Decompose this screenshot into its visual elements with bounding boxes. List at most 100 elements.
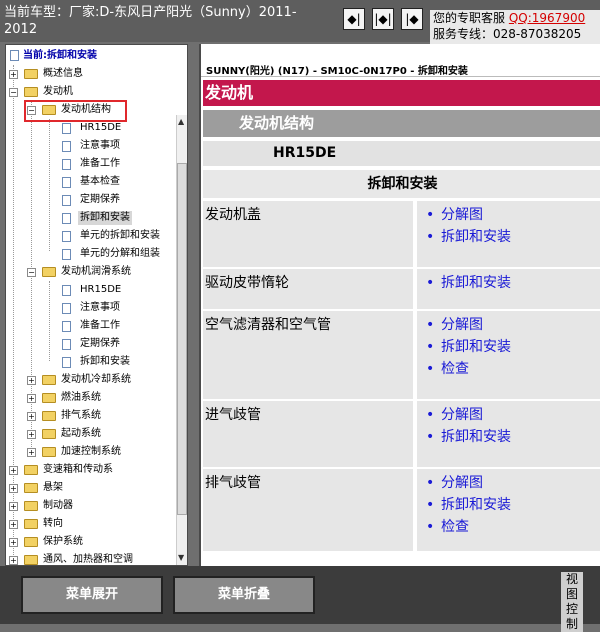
removal-installation-link[interactable]: 拆卸和安装 bbox=[426, 426, 600, 448]
expand-icon[interactable]: + bbox=[9, 520, 18, 529]
exploded-view-link[interactable]: 分解图 bbox=[426, 404, 600, 426]
collapse-icon[interactable]: − bbox=[9, 88, 18, 97]
document-header: SUNNY(阳光) (N17) - SM10C-0N17P0 - 拆卸和安装 bbox=[206, 66, 468, 77]
exploded-view-link[interactable]: 分解图 bbox=[426, 204, 600, 226]
expand-menu-button[interactable]: 菜单展开 bbox=[21, 576, 163, 614]
service-phone: 服务专线：028-87038205 bbox=[433, 27, 582, 41]
removal-installation-link[interactable]: 拆卸和安装 bbox=[426, 226, 600, 248]
table-row: 排气歧管 分解图 拆卸和安装 检查 bbox=[203, 469, 600, 551]
folder-icon bbox=[42, 429, 56, 439]
topic-title: 拆卸和安装 bbox=[203, 170, 600, 198]
divider bbox=[201, 76, 600, 77]
folder-icon bbox=[42, 411, 56, 421]
folder-icon bbox=[42, 375, 56, 385]
scroll-down-icon[interactable]: ▼ bbox=[178, 553, 184, 562]
nav-last-button[interactable]: |◆ bbox=[401, 8, 423, 30]
tree-item-cooling[interactable]: 发动机冷却系统 bbox=[61, 374, 131, 386]
expand-icon[interactable]: + bbox=[27, 412, 36, 421]
inspection-link[interactable]: 检查 bbox=[426, 516, 600, 538]
tree-item-lubrication[interactable]: 发动机润滑系统 bbox=[61, 266, 131, 278]
expand-icon[interactable]: + bbox=[9, 556, 18, 565]
doc-icon bbox=[62, 213, 71, 224]
link-list: 分解图 拆卸和安装 检查 bbox=[417, 311, 600, 399]
service-info: 您的专职客服 QQ:1967900 服务专线：028-87038205 bbox=[430, 10, 600, 44]
doc-icon bbox=[62, 303, 71, 314]
tree-item-engine[interactable]: 发动机 bbox=[43, 86, 73, 98]
tree-item-preparation[interactable]: 准备工作 bbox=[80, 320, 120, 332]
link-list: 分解图 拆卸和安装 bbox=[417, 201, 600, 267]
removal-installation-link[interactable]: 拆卸和安装 bbox=[426, 494, 600, 516]
menu-tree-panel: 当前:拆卸和安装 + 概述信息 − 发动机 − 发动机结构 HR15DE 注意事… bbox=[5, 44, 188, 566]
tree-item-hvac[interactable]: 通风、加热器和空调 bbox=[43, 554, 133, 565]
tree-item-steering[interactable]: 转向 bbox=[43, 518, 63, 530]
folder-icon bbox=[24, 537, 38, 547]
highlight-box bbox=[24, 100, 127, 122]
tree-connector bbox=[49, 281, 50, 361]
doc-icon bbox=[62, 159, 71, 170]
expand-icon[interactable]: + bbox=[9, 502, 18, 511]
tree-item-precautions[interactable]: 注意事项 bbox=[80, 302, 120, 314]
tree-scroll-thumb[interactable] bbox=[177, 163, 187, 515]
table-row: 驱动皮带惰轮 拆卸和安装 bbox=[203, 269, 600, 309]
expand-icon[interactable]: + bbox=[27, 394, 36, 403]
tree-item-unit-disassembly[interactable]: 单元的分解和组装 bbox=[80, 248, 160, 260]
component-name: 排气歧管 bbox=[203, 469, 413, 551]
tree-item-unit-removal[interactable]: 单元的拆卸和安装 bbox=[80, 230, 160, 242]
scroll-up-icon[interactable]: ▲ bbox=[178, 117, 184, 126]
folder-icon bbox=[24, 519, 38, 529]
tree-item-starting[interactable]: 起动系统 bbox=[61, 428, 101, 440]
tree-item-fuel[interactable]: 燃油系统 bbox=[61, 392, 101, 404]
tree-item-exhaust[interactable]: 排气系统 bbox=[61, 410, 101, 422]
doc-icon bbox=[62, 249, 71, 260]
tree-item-transmission[interactable]: 变速箱和传动系 bbox=[43, 464, 113, 476]
expand-icon[interactable]: + bbox=[9, 70, 18, 79]
service-label: 您的专职客服 bbox=[433, 11, 506, 25]
tree-item-overview[interactable]: 概述信息 bbox=[43, 68, 83, 80]
collapse-menu-button[interactable]: 菜单折叠 bbox=[173, 576, 315, 614]
exploded-view-link[interactable]: 分解图 bbox=[426, 314, 600, 336]
expand-icon[interactable]: + bbox=[27, 448, 36, 457]
view-control-char: 控 bbox=[565, 602, 578, 616]
tree-item-maintenance[interactable]: 定期保养 bbox=[80, 194, 120, 206]
subsection-title: 发动机结构 bbox=[203, 110, 600, 137]
car-model-info: 当前车型：厂家:D-东风日产阳光（Sunny）2011- 2012 bbox=[4, 4, 304, 38]
expand-icon[interactable]: + bbox=[27, 430, 36, 439]
exploded-view-link[interactable]: 分解图 bbox=[426, 472, 600, 494]
tree-item-brakes[interactable]: 制动器 bbox=[43, 500, 73, 512]
tree-item-hr15de[interactable]: HR15DE bbox=[80, 284, 121, 296]
tree-item-protection[interactable]: 保护系统 bbox=[43, 536, 83, 548]
tree-item-suspension[interactable]: 悬架 bbox=[43, 482, 63, 494]
tree-item-accel-control[interactable]: 加速控制系统 bbox=[61, 446, 121, 458]
folder-icon bbox=[24, 501, 38, 511]
folder-open-icon bbox=[42, 267, 56, 277]
link-list: 分解图 拆卸和安装 检查 bbox=[417, 469, 600, 551]
link-list: 拆卸和安装 bbox=[417, 269, 600, 309]
folder-icon bbox=[42, 393, 56, 403]
folder-icon bbox=[24, 483, 38, 493]
doc-icon bbox=[62, 357, 71, 368]
tree-item-basic-check[interactable]: 基本检查 bbox=[80, 176, 120, 188]
nav-first-button[interactable]: ◆| bbox=[343, 8, 365, 30]
expand-icon[interactable]: + bbox=[9, 466, 18, 475]
tree-item-removal-installation[interactable]: 拆卸和安装 bbox=[78, 211, 132, 225]
tree-item-removal-installation[interactable]: 拆卸和安装 bbox=[80, 356, 130, 368]
tree-item-hr15de[interactable]: HR15DE bbox=[80, 122, 121, 134]
tree-item-maintenance[interactable]: 定期保养 bbox=[80, 338, 120, 350]
tree-item-preparation[interactable]: 准备工作 bbox=[80, 158, 120, 170]
tree-connector bbox=[31, 101, 32, 269]
expand-icon[interactable]: + bbox=[9, 484, 18, 493]
qq-link[interactable]: QQ:1967900 bbox=[509, 11, 585, 25]
doc-icon bbox=[62, 231, 71, 242]
tree-item-precautions[interactable]: 注意事项 bbox=[80, 140, 120, 152]
view-control-button[interactable]: 视 图 控 制 bbox=[561, 572, 583, 632]
top-bar: 当前车型：厂家:D-东风日产阳光（Sunny）2011- 2012 ◆| |◆|… bbox=[0, 0, 600, 44]
removal-installation-link[interactable]: 拆卸和安装 bbox=[426, 272, 600, 294]
component-name: 进气歧管 bbox=[203, 401, 413, 467]
expand-icon[interactable]: + bbox=[9, 538, 18, 547]
collapse-icon[interactable]: − bbox=[27, 268, 36, 277]
removal-installation-link[interactable]: 拆卸和安装 bbox=[426, 336, 600, 358]
nav-middle-button[interactable]: |◆| bbox=[372, 8, 394, 30]
expand-icon[interactable]: + bbox=[27, 376, 36, 385]
folder-icon bbox=[24, 69, 38, 79]
inspection-link[interactable]: 检查 bbox=[426, 358, 600, 380]
